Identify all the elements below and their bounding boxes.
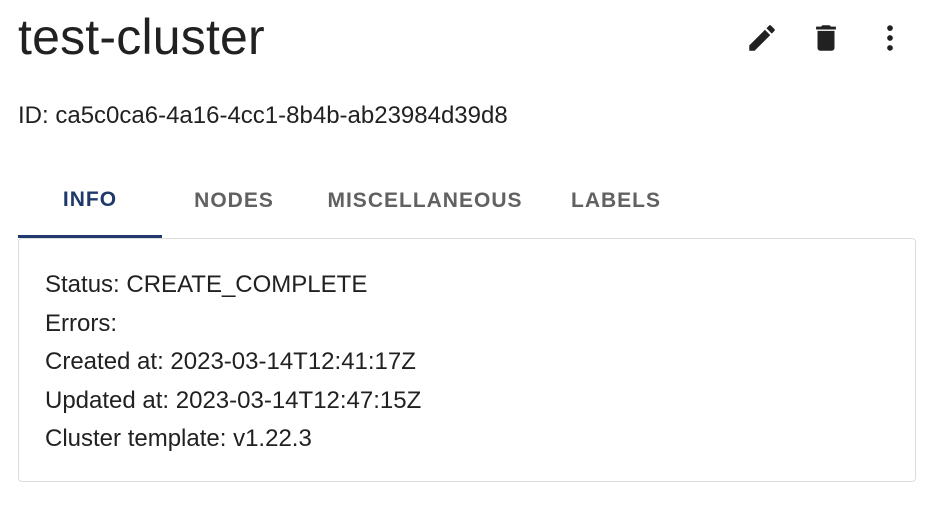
- pencil-icon: [749, 25, 775, 51]
- tab-nodes[interactable]: NODES: [162, 164, 306, 238]
- updated-at-row: Updated at: 2023-03-14T12:47:15Z: [45, 382, 889, 421]
- tab-info[interactable]: INFO: [18, 164, 162, 238]
- more-options-button[interactable]: [866, 16, 914, 60]
- errors-label: Errors:: [45, 309, 117, 337]
- cluster-id-label: ID:: [18, 102, 49, 129]
- tab-labels[interactable]: LABELS: [544, 164, 688, 238]
- edit-button[interactable]: [738, 16, 786, 60]
- tab-bar: INFO NODES MISCELLANEOUS LABELS: [18, 164, 688, 238]
- created-at-value: 2023-03-14T12:41:17Z: [170, 348, 416, 375]
- created-at-label: Created at:: [45, 348, 164, 375]
- cluster-template-label: Cluster template:: [45, 425, 227, 452]
- cluster-template-value: v1.22.3: [233, 425, 312, 452]
- updated-at-value: 2023-03-14T12:47:15Z: [175, 386, 422, 414]
- updated-at-label: Updated at:: [45, 386, 170, 414]
- status-row: Status: CREATE_COMPLETE: [45, 266, 889, 305]
- created-at-row: Created at: 2023-03-14T12:41:17Z: [45, 343, 889, 382]
- status-value: CREATE_COMPLETE: [126, 271, 368, 298]
- more-vertical-icon: [887, 25, 893, 51]
- cluster-template-row: Cluster template: v1.22.3: [45, 420, 889, 459]
- errors-row: Errors:: [45, 305, 889, 344]
- tab-miscellaneous[interactable]: MISCELLANEOUS: [306, 164, 544, 238]
- delete-button[interactable]: [802, 16, 850, 60]
- page-title: test-cluster: [18, 9, 265, 65]
- cluster-id-value: ca5c0ca6-4a16-4cc1-8b4b-ab23984d39d8: [55, 102, 508, 129]
- status-label: Status:: [45, 271, 120, 298]
- cluster-detail-page: test-cluster ID: ca5c0ca6-4a16-4cc1-8b4b…: [0, 0, 936, 532]
- cluster-id: ID: ca5c0ca6-4a16-4cc1-8b4b-ab23984d39d8: [18, 100, 508, 132]
- trash-icon: [816, 25, 836, 51]
- header-actions: [738, 16, 914, 60]
- info-panel: Status: CREATE_COMPLETE Errors: Created …: [18, 238, 916, 482]
